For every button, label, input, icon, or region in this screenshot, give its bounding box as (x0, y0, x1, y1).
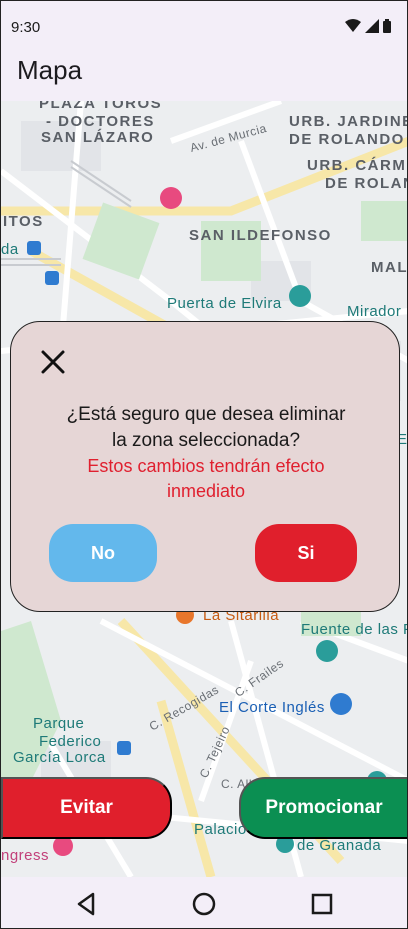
no-button[interactable]: No (49, 524, 157, 582)
signal-icon (365, 19, 379, 33)
app-bar: Mapa (1, 41, 407, 101)
system-nav-bar (1, 877, 407, 928)
status-icons (345, 19, 391, 33)
map-label: - DOCTORES (46, 113, 155, 130)
wifi-icon (345, 19, 361, 32)
map-label: El Corte Inglés (219, 699, 325, 716)
si-button[interactable]: Si (255, 524, 357, 582)
back-icon[interactable] (71, 889, 101, 919)
map-label: SAN ILDEFONSO (189, 227, 332, 244)
map-label: PLAZA TOROS (39, 101, 163, 112)
recents-icon[interactable] (307, 889, 337, 919)
dialog-warning: Estos cambios tendrán efecto inmediato (87, 456, 325, 501)
map-label: DE ROLANDO (289, 131, 405, 148)
map-label: Federico (39, 733, 102, 750)
battery-icon (383, 19, 391, 33)
map-label: Mirador (347, 303, 402, 320)
home-icon[interactable] (189, 889, 219, 919)
map-label: URB. JARDINE (289, 113, 408, 130)
map-label: Palacio (194, 821, 247, 838)
map-label: ngress (1, 847, 50, 864)
delete-zone-dialog: ¿Está seguro que desea eliminar la zona … (10, 321, 400, 612)
map-label: MAL (371, 259, 408, 276)
dialog-question: ¿Está seguro que desea eliminar la zona … (66, 404, 346, 451)
map-label: SAN LÁZARO (41, 129, 155, 146)
map-label: ITOS (3, 213, 44, 230)
map-label: Fuente de las F (301, 621, 408, 638)
map-label: de Granada (297, 837, 382, 854)
promocionar-button[interactable]: Promocionar (239, 777, 407, 839)
map-label: URB. CÁRM (307, 157, 407, 174)
status-time: 9:30 (11, 19, 41, 36)
close-icon[interactable] (39, 348, 67, 376)
page-title: Mapa (17, 55, 83, 85)
map-label: García Lorca (13, 749, 106, 766)
phone-screen: 9:30 Mapa PLAZA TOROS - DOCTORES SAN LÁZ… (0, 0, 408, 929)
map-label: Puerta de Elvira (167, 295, 282, 312)
map-label: da (1, 241, 19, 258)
map-label: DE ROLAN (325, 175, 408, 192)
evitar-button[interactable]: Evitar (1, 777, 172, 839)
map-label: Parque (33, 715, 85, 732)
